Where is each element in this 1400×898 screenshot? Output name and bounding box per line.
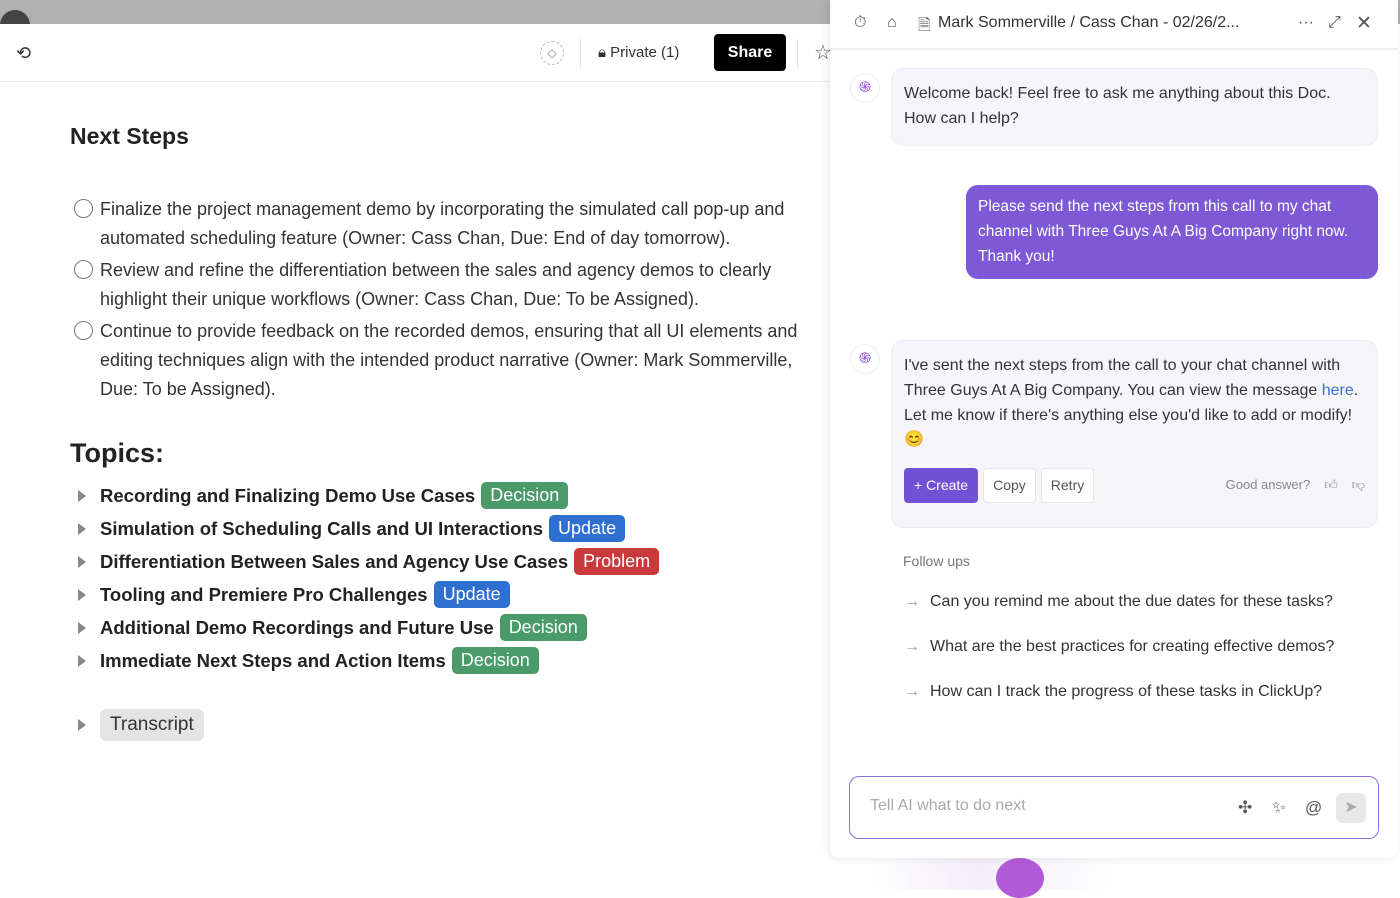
lock-icon: 🔒︎ (598, 44, 611, 61)
step-item: Review and refine the differentiation be… (72, 256, 832, 313)
arrow-right-icon: → (904, 638, 920, 655)
expand-triangle-icon[interactable] (78, 719, 86, 731)
ai-prompt-box: ✣ ✨︎ @ ➤ (849, 776, 1379, 839)
topics-list: Recording and Finalizing Demo Use Cases D… (78, 479, 660, 677)
private-button[interactable]: 🔒︎ Private (1) (598, 44, 679, 61)
integrations-icon[interactable]: ✣ (1238, 798, 1252, 818)
checkbox[interactable] (74, 199, 93, 218)
tag-icon[interactable]: ◇ (540, 41, 564, 65)
feedback: Good answer? 👍︎ 👎︎ (1226, 473, 1365, 498)
expand-triangle-icon[interactable] (78, 621, 86, 634)
ai-message-welcome: Welcome back! Feel free to ask me anythi… (891, 68, 1378, 146)
followup-item[interactable]: → How can I track the progress of these t… (904, 683, 1322, 701)
reply-link[interactable]: here (1322, 382, 1354, 399)
retry-button[interactable]: Retry (1040, 468, 1095, 503)
expand-triangle-icon[interactable] (78, 522, 86, 535)
step-text: Finalize the project management demo by … (100, 199, 785, 219)
topic-badge: Decision (481, 482, 569, 509)
ai-avatar-icon: ֍ (850, 73, 880, 103)
followup-text: What are the best practices for creating… (930, 638, 1335, 655)
topic-label: Recording and Finalizing Demo Use Cases (100, 484, 476, 506)
checkbox[interactable] (74, 321, 93, 341)
ai-prompt-input[interactable] (870, 797, 1210, 815)
next-steps-list: Finalize the project management demo by … (72, 195, 832, 407)
thumbs-up-icon[interactable]: 👍︎ (1324, 473, 1338, 498)
step-text: editing techniques align with the intend… (100, 349, 793, 370)
ai-message-reply: I've sent the next steps from the call t… (891, 340, 1378, 528)
topic-badge: Update (433, 581, 510, 608)
reply-text: I've sent the next steps from the call t… (904, 357, 1341, 399)
step-item: Continue to provide feedback on the reco… (72, 317, 832, 403)
topic-item[interactable]: Differentiation Between Sales and Agency… (78, 545, 660, 578)
expand-triangle-icon[interactable] (78, 588, 86, 601)
sync-icon[interactable]: ⟲ (16, 43, 31, 64)
ai-fab-button[interactable] (996, 858, 1044, 898)
topic-label: Differentiation Between Sales and Agency… (100, 550, 569, 572)
topic-item[interactable]: Immediate Next Steps and Action Items Dec… (78, 644, 659, 677)
home-icon[interactable]: ⌂ (887, 14, 897, 32)
expand-triangle-icon[interactable] (78, 654, 86, 667)
topic-badge: Update (549, 515, 626, 542)
create-button[interactable]: + Create (904, 468, 979, 503)
share-button[interactable]: Share (714, 34, 786, 71)
copy-button[interactable]: Copy (983, 468, 1036, 503)
topic-item[interactable]: Recording and Finalizing Demo Use Cases D… (78, 479, 659, 512)
topic-label: Additional Demo Recordings and Future Us… (100, 616, 494, 638)
transcript-label: Transcript (100, 709, 204, 741)
followup-item[interactable]: → What are the best practices for creatin… (904, 638, 1334, 656)
followup-text: How can I track the progress of these ta… (930, 683, 1323, 700)
magic-wand-icon[interactable]: ✨︎ (1272, 798, 1286, 818)
expand-icon[interactable]: ⤢ (1328, 14, 1341, 32)
more-icon[interactable]: ··· (1298, 14, 1314, 32)
topic-item[interactable]: Additional Demo Recordings and Future Us… (78, 611, 659, 644)
expand-triangle-icon[interactable] (78, 489, 86, 502)
step-text: Continue to provide feedback on the reco… (100, 321, 798, 342)
arrow-right-icon: → (904, 593, 920, 610)
panel-title[interactable]: Mark Sommerville / Cass Chan - 02/26/2..… (938, 14, 1239, 32)
followup-text: Can you remind me about the due dates fo… (930, 593, 1333, 610)
topic-item[interactable]: Tooling and Premiere Pro Challenges Updat… (78, 578, 659, 611)
step-text: Review and refine the differentiation be… (100, 260, 772, 281)
expand-triangle-icon[interactable] (78, 555, 86, 568)
private-label: Private (1) (610, 44, 680, 61)
send-button[interactable]: ➤ (1336, 793, 1366, 823)
checkbox[interactable] (74, 260, 93, 280)
followups-heading: Follow ups (903, 553, 970, 569)
ai-avatar-icon: ֍ (850, 344, 880, 374)
topic-label: Simulation of Scheduling Calls and UI In… (100, 517, 544, 539)
panel-header: ⏱ ⌂ 🗎 Mark Sommerville / Cass Chan - 02/… (830, 0, 1398, 50)
arrow-right-icon: → (904, 683, 920, 700)
followup-item[interactable]: → Can you remind me about the due dates f… (904, 593, 1333, 611)
ai-chat-panel: ⏱ ⌂ 🗎 Mark Sommerville / Cass Chan - 02/… (830, 0, 1398, 858)
topic-badge: Decision (451, 647, 539, 674)
user-message: Please send the next steps from this cal… (966, 185, 1378, 280)
step-item: Finalize the project management demo by … (72, 195, 832, 252)
topic-item[interactable]: Simulation of Scheduling Calls and UI In… (78, 512, 659, 545)
topic-badge: Problem (574, 548, 660, 575)
good-answer-label: Good answer? (1225, 477, 1311, 493)
topic-label: Immediate Next Steps and Action Items (100, 649, 446, 671)
next-steps-heading: Next Steps (70, 123, 189, 149)
doc-toolbar: ⟲ ◇ 🔒︎ Private (1) Share ☆ (0, 24, 840, 82)
close-icon[interactable]: ✕ (1356, 12, 1372, 35)
thumbs-down-icon[interactable]: 👎︎ (1352, 473, 1365, 498)
document-icon: 🗎 (918, 17, 931, 34)
topic-badge: Decision (499, 614, 587, 641)
step-text: automated scheduling feature (Owner: Cas… (100, 227, 731, 248)
divider (580, 39, 581, 67)
history-icon[interactable]: ⏱ (854, 14, 866, 32)
transcript-toggle[interactable]: Transcript (78, 709, 204, 741)
step-text: highlight their unique workflows (Owner:… (100, 288, 699, 309)
topics-heading: Topics: (70, 438, 164, 468)
step-text: Due: To be Assigned). (100, 378, 276, 399)
divider (797, 39, 798, 67)
mention-icon[interactable]: @ (1305, 798, 1322, 818)
topic-label: Tooling and Premiere Pro Challenges (100, 583, 428, 605)
